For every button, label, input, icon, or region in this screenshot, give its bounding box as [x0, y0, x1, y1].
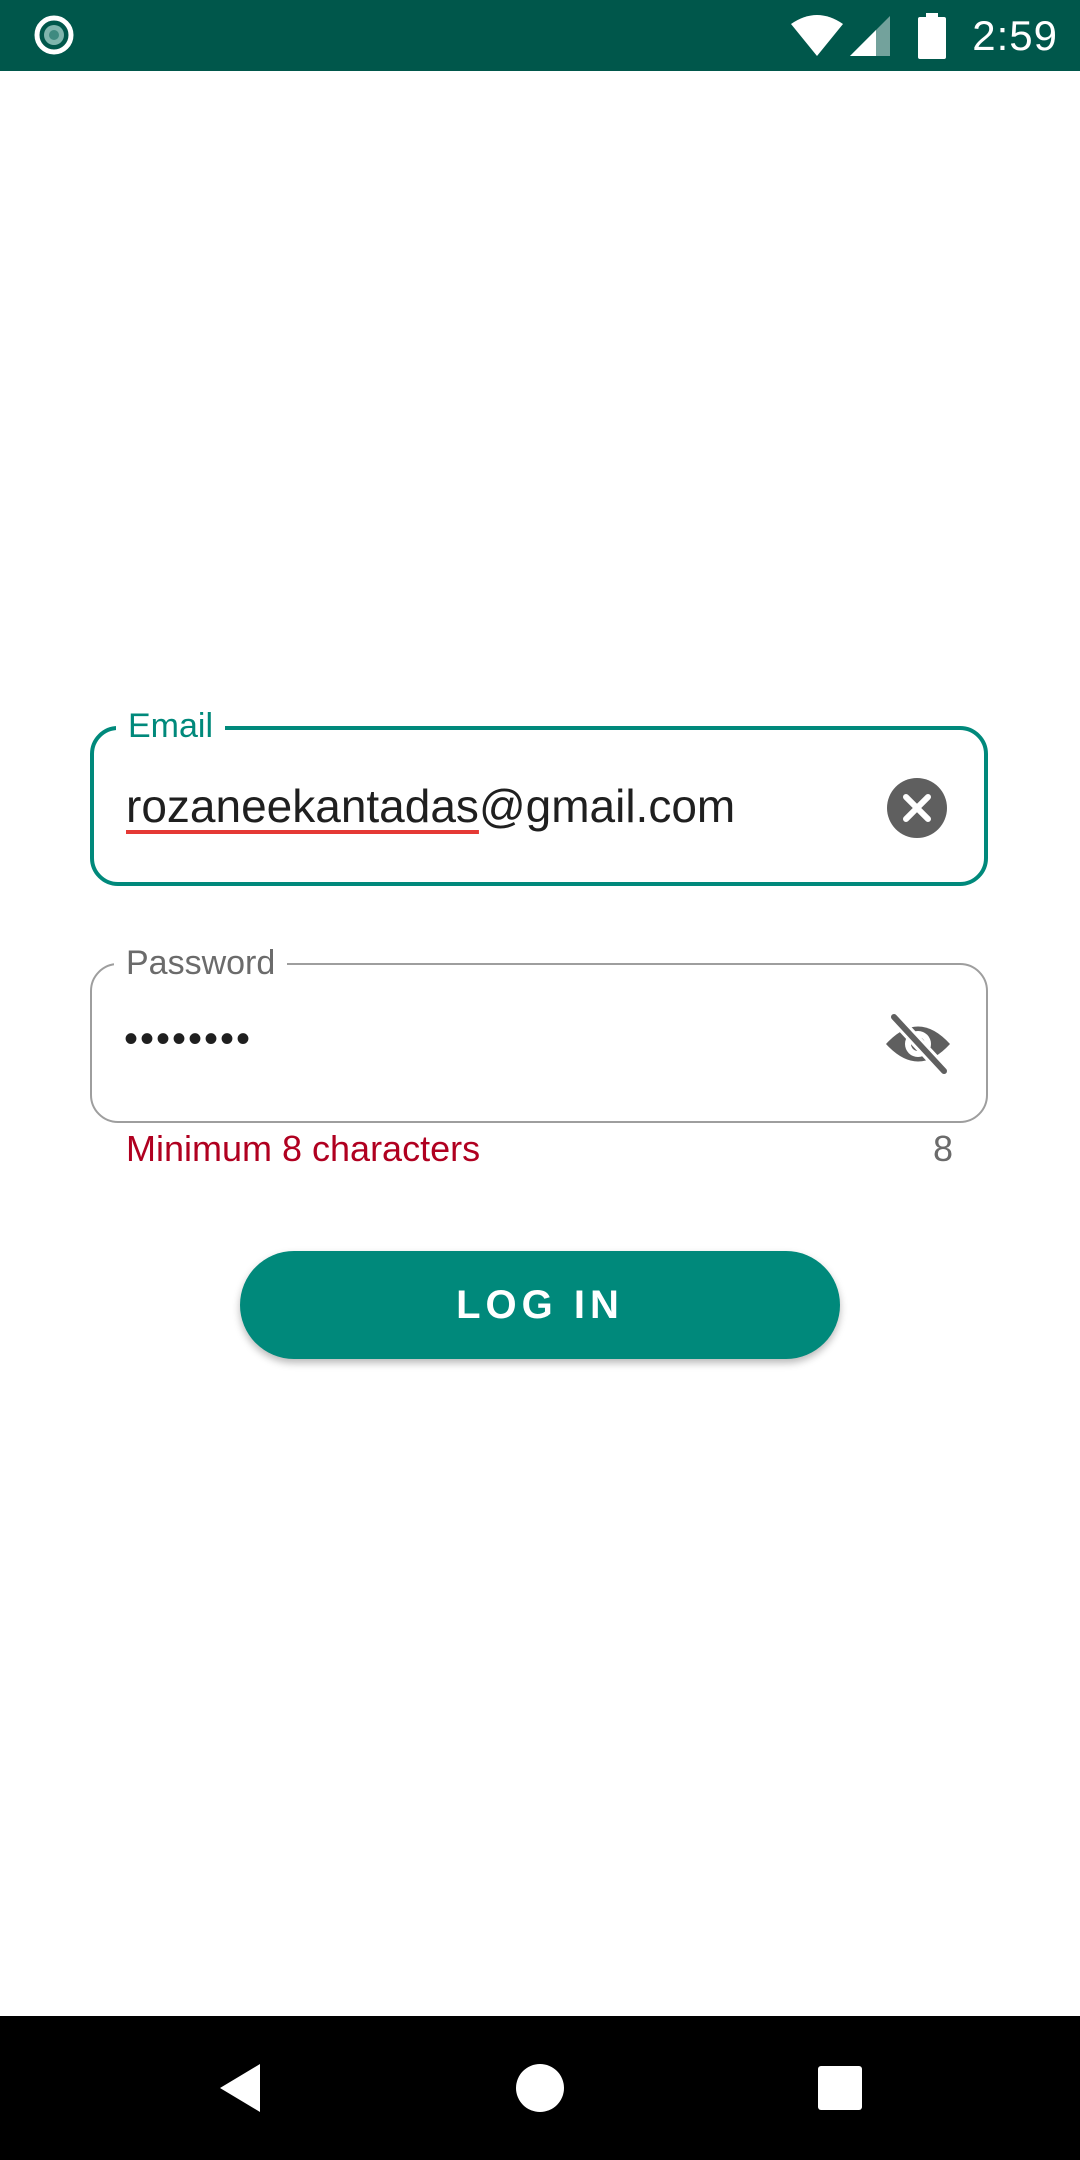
- email-domain-part: @gmail.com: [478, 780, 736, 832]
- back-icon: [220, 2064, 260, 2112]
- cellular-signal-icon: [850, 15, 891, 56]
- status-bar: 2:59: [0, 0, 1080, 71]
- password-field[interactable]: Password ••••••••: [90, 943, 988, 1123]
- login-screen: 2:59 Email rozaneekantadas@gmail.com Pas…: [0, 0, 1080, 2160]
- login-button[interactable]: LOG IN: [240, 1251, 840, 1359]
- email-label: Email: [116, 706, 226, 746]
- password-label: Password: [114, 943, 288, 983]
- home-button[interactable]: [468, 2016, 612, 2160]
- password-character-counter: 8: [932, 1128, 953, 1169]
- navigation-bar: [0, 2016, 1080, 2160]
- email-input-value[interactable]: rozaneekantadas@gmail.com: [126, 776, 735, 836]
- email-misspelled-part: rozaneekantadas: [126, 780, 479, 832]
- clear-icon[interactable]: [886, 777, 948, 839]
- app-notification-icon: [34, 15, 74, 55]
- password-input-value[interactable]: ••••••••: [124, 1009, 252, 1069]
- visibility-off-icon[interactable]: [884, 1013, 952, 1075]
- wifi-icon: [791, 14, 844, 56]
- recents-icon: [818, 2066, 862, 2110]
- status-icons: 2:59: [790, 0, 1058, 71]
- password-helper-text: Minimum 8 characters: [126, 1128, 481, 1169]
- recents-button[interactable]: [768, 2016, 912, 2160]
- email-field[interactable]: Email rozaneekantadas@gmail.com: [90, 706, 988, 886]
- status-time: 2:59: [972, 11, 1058, 59]
- back-button[interactable]: [168, 2016, 312, 2160]
- home-icon: [516, 2064, 564, 2112]
- battery-icon: [918, 12, 947, 59]
